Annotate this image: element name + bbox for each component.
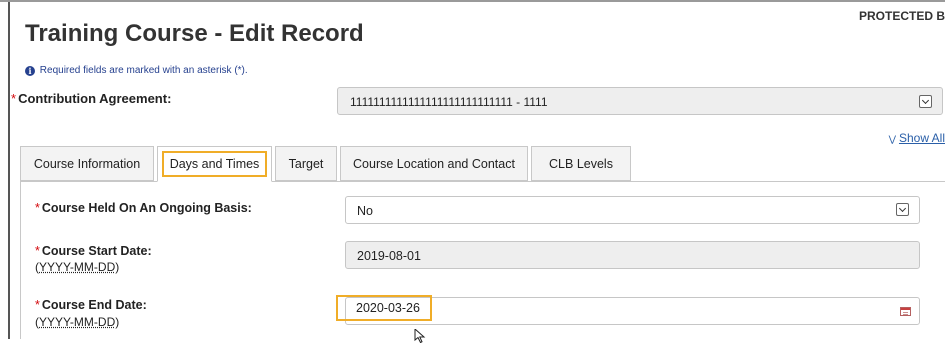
window-left-border (8, 2, 10, 339)
required-fields-note: i Required fields are marked with an ast… (25, 65, 248, 76)
window-top-border (0, 0, 945, 2)
chevron-down-icon[interactable] (919, 95, 932, 108)
start-date-label: * Course Start Date: (35, 244, 152, 258)
tab-label: Course Location and Contact (353, 156, 515, 171)
page-title: Training Course - Edit Record (25, 20, 364, 47)
contribution-agreement-label-text: Contribution Agreement: (18, 91, 172, 106)
double-chevron-down-icon: ⋁ (888, 134, 896, 144)
show-all-label: Show All (898, 131, 945, 145)
tab-course-information[interactable]: Course Information (20, 146, 154, 181)
calendar-icon[interactable] (900, 307, 911, 316)
contribution-agreement-label: * Contribution Agreement: (11, 91, 171, 106)
start-date-field: 2019-08-01 (345, 241, 920, 269)
start-date-format-text: YYYY-MM-DD (39, 260, 116, 274)
start-date-format-hint: (YYYY-MM-DD) (35, 260, 120, 274)
tab-course-location-and-contact[interactable]: Course Location and Contact (340, 146, 528, 181)
info-icon: i (25, 66, 35, 76)
tab-label: Days and Times (161, 151, 268, 177)
ongoing-basis-label-text: Course Held On An Ongoing Basis: (41, 201, 252, 215)
contribution-agreement-select[interactable]: 1111111111111111111111111111 - 1111 (337, 87, 943, 115)
start-date-value: 2019-08-01 (357, 249, 421, 263)
end-date-value: 2020-03-26 (336, 295, 432, 321)
required-asterisk: * (35, 298, 40, 312)
show-all-link[interactable]: ⋁ Show All (889, 131, 945, 145)
end-date-format-hint: (YYYY-MM-DD) (35, 315, 120, 329)
end-date-label-text: Course End Date: (41, 298, 147, 312)
end-date-format-text: YYYY-MM-DD (39, 315, 116, 329)
end-date-input[interactable]: 2020-03-26 (336, 295, 920, 325)
tab-label: Target (288, 156, 324, 171)
security-classification-label: PROTECTED B (858, 9, 945, 23)
required-fields-note-text: Required fields are marked with an aster… (39, 65, 248, 76)
contribution-agreement-value: 1111111111111111111111111111 - 1111 (350, 95, 548, 109)
required-asterisk: * (35, 244, 40, 258)
tab-days-and-times[interactable]: Days and Times (157, 146, 272, 182)
tab-label: CLB Levels (549, 156, 613, 171)
start-date-label-text: Course Start Date: (41, 244, 152, 258)
tab-label: Course Information (33, 156, 141, 171)
mouse-cursor-icon (414, 329, 426, 343)
ongoing-basis-value: No (357, 204, 373, 218)
tab-target[interactable]: Target (275, 146, 337, 181)
tab-clb-levels[interactable]: CLB Levels (531, 146, 631, 181)
chevron-down-icon[interactable] (896, 203, 909, 216)
end-date-label: * Course End Date: (35, 298, 147, 312)
required-asterisk: * (11, 91, 17, 106)
ongoing-basis-label: * Course Held On An Ongoing Basis: (35, 201, 252, 215)
ongoing-basis-select[interactable]: No (345, 196, 920, 224)
tab-panel-border (20, 181, 21, 339)
required-asterisk: * (35, 201, 40, 215)
